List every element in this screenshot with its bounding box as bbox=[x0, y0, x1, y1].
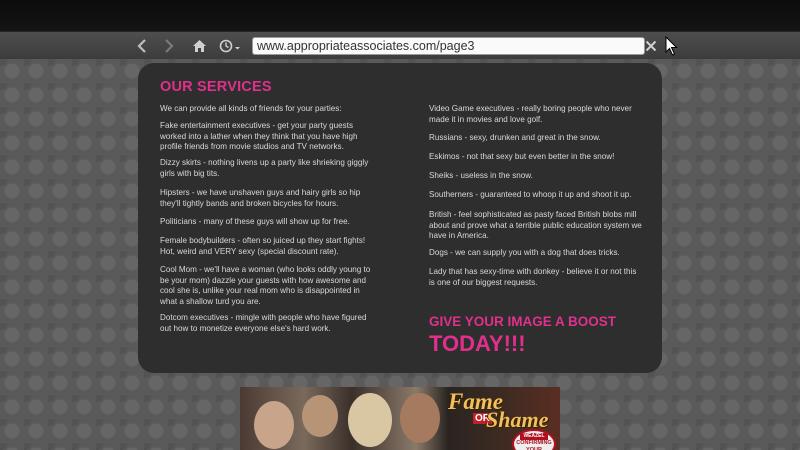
service-item: Fake entertainment executives - get your… bbox=[160, 121, 358, 151]
boost-today: TODAY!!! bbox=[429, 331, 526, 356]
person-image bbox=[400, 393, 440, 443]
back-arrow-icon bbox=[137, 39, 146, 53]
service-item: Dotcom executives - mingle with people w… bbox=[160, 313, 367, 333]
boost-headline: GIVE YOUR IMAGE A BOOST bbox=[429, 314, 617, 329]
service-item: Cool Mom - we'll have a woman (who looks… bbox=[160, 265, 371, 306]
service-item: Russians - sexy, drunken and great in th… bbox=[429, 133, 601, 142]
top-black-bar bbox=[0, 0, 800, 31]
show-title-shame: Shame bbox=[486, 407, 549, 432]
person-image bbox=[302, 395, 338, 437]
service-item: Video Game executives - really boring pe… bbox=[429, 104, 632, 124]
service-item: Eskimos - not that sexy but even better … bbox=[429, 152, 615, 161]
home-button[interactable] bbox=[188, 35, 210, 57]
close-icon bbox=[645, 40, 657, 52]
services-panel: OUR SERVICES We can provide all kinds of… bbox=[138, 63, 662, 373]
close-button[interactable] bbox=[640, 35, 662, 57]
badge-text: CONFIRMING YOUR bbox=[516, 440, 552, 450]
person-image bbox=[348, 393, 392, 447]
services-intro: We can provide all kinds of friends for … bbox=[160, 104, 342, 113]
service-item: Dizzy skirts - nothing livens up a party… bbox=[160, 158, 369, 178]
service-item: Lady that has sexy-time with donkey - be… bbox=[429, 267, 637, 287]
forward-button[interactable] bbox=[158, 35, 180, 57]
weazel-logo-text: WEAZEL bbox=[520, 433, 548, 440]
mouse-cursor-icon bbox=[665, 36, 678, 56]
service-item: Hipsters - we have unshaven guys and hai… bbox=[160, 188, 361, 208]
web-page: OUR SERVICES We can provide all kinds of… bbox=[0, 59, 800, 450]
browser-toolbar: www.appropriateassociates.com/page3 bbox=[0, 31, 800, 60]
service-item: Dogs - we can supply you with a dog that… bbox=[429, 248, 620, 257]
services-heading: OUR SERVICES bbox=[160, 79, 272, 95]
home-icon bbox=[192, 40, 206, 52]
weazel-badge: WEAZEL CONFIRMING YOUR bbox=[512, 429, 556, 450]
fame-or-shame-banner[interactable]: Fame OR Shame WEAZEL CONFIRMING YOUR bbox=[240, 387, 560, 450]
history-clock-icon bbox=[219, 39, 240, 53]
back-button[interactable] bbox=[131, 35, 153, 57]
service-item: Sheiks - useless in the snow. bbox=[429, 171, 533, 180]
person-image bbox=[254, 401, 294, 449]
history-button[interactable] bbox=[218, 35, 244, 57]
service-item: British - feel sophisticated as pasty fa… bbox=[429, 210, 642, 240]
service-item: Female bodybuilders - often so juiced up… bbox=[160, 236, 366, 256]
address-bar[interactable]: www.appropriateassociates.com/page3 bbox=[252, 37, 645, 55]
forward-arrow-icon bbox=[165, 39, 174, 53]
service-item: Southerners - guaranteed to whoop it up … bbox=[429, 190, 632, 199]
service-item: Politicians - many of these guys will sh… bbox=[160, 217, 350, 226]
